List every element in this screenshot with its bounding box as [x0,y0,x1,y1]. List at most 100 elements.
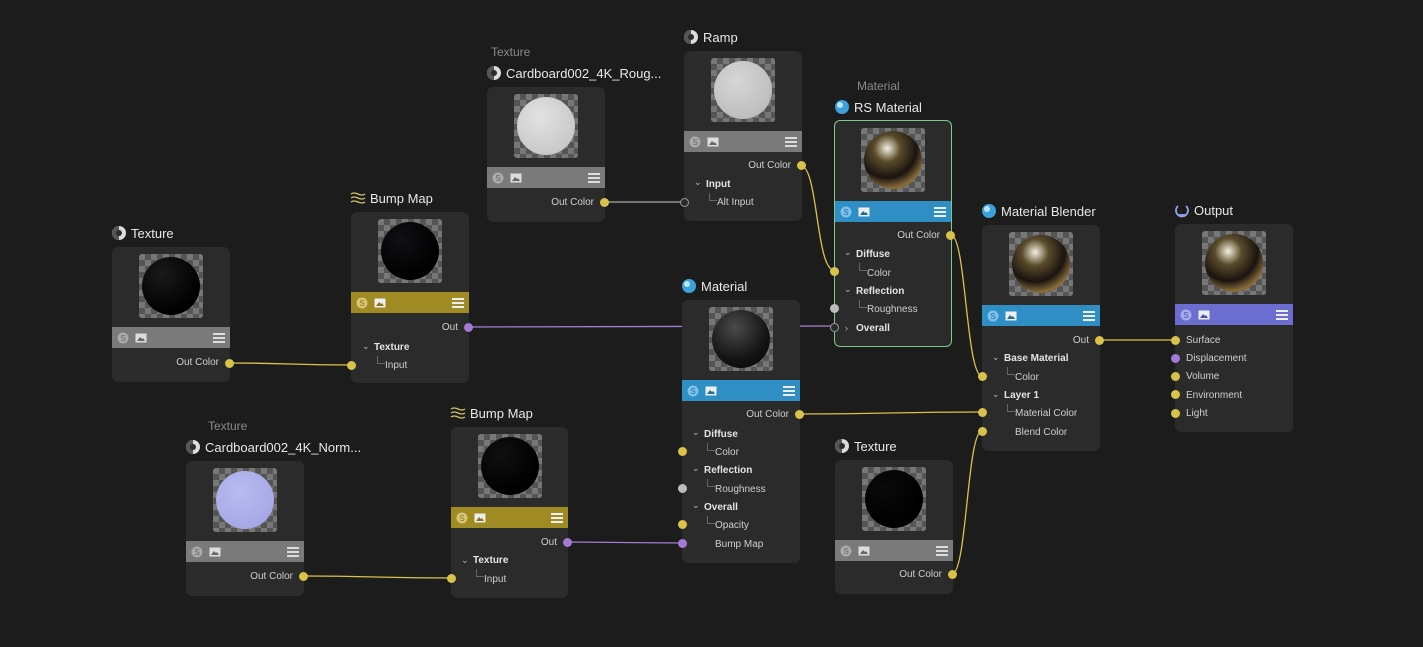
node-texture-normal[interactable]: Texture Cardboard002_4K_Norm... S Out Co… [186,419,361,596]
port-opacity-dot[interactable] [678,520,687,529]
shader-icon[interactable]: S [117,332,129,344]
node-bump-map-bottom[interactable]: Bump Map S Out ⌄ Texture Input [447,406,572,598]
image-icon[interactable] [209,546,221,558]
shader-icon[interactable]: S [1180,309,1192,321]
port-out-color-dot[interactable] [797,161,806,170]
port-light-dot[interactable] [1171,409,1180,418]
menu-icon[interactable] [934,206,946,218]
node-title: RS Material [854,99,922,115]
port-input-dot[interactable] [347,361,356,370]
preview-thumbnail [514,94,578,158]
shader-icon[interactable]: S [987,310,999,322]
collapse-chevron-icon[interactable]: ⌄ [362,341,370,352]
shader-icon[interactable]: S [687,385,699,397]
node-ramp[interactable]: Ramp S Out Color ⌄ Input Alt Input [680,30,806,221]
collapse-chevron-icon[interactable]: ⌄ [844,247,852,258]
node-texture-right[interactable]: Texture S Out Color [835,439,957,594]
node-type-label: Texture [491,45,531,59]
group-overall: Overall [704,502,738,513]
node-material-blender[interactable]: Material Blender S Out ⌄ Base Material C… [978,204,1104,451]
group-input: Input [706,179,731,190]
port-color-dot[interactable] [678,447,687,456]
menu-icon[interactable] [783,385,795,397]
node-bump-map-top[interactable]: Bump Map S Out ⌄ Texture Input [347,191,473,383]
collapse-chevron-icon[interactable]: ⌄ [692,427,700,438]
menu-icon[interactable] [551,512,563,524]
collapse-chevron-icon[interactable]: ⌄ [692,463,700,474]
collapse-chevron-icon[interactable]: ⌄ [692,500,700,511]
image-icon[interactable] [1198,309,1210,321]
image-icon[interactable] [510,172,522,184]
port-blend-color-dot[interactable] [978,427,987,436]
node-texture-roughness[interactable]: Texture Cardboard002_4K_Roug... S Out Co… [487,45,661,222]
tree-line [707,516,715,524]
image-icon[interactable] [705,385,717,397]
menu-icon[interactable] [287,546,299,558]
image-icon[interactable] [707,136,719,148]
preview-thumbnail [477,434,542,498]
port-environment-dot[interactable] [1171,390,1180,399]
shader-icon[interactable]: S [456,512,468,524]
port-out-dot[interactable] [563,538,572,547]
menu-icon[interactable] [785,136,797,148]
image-icon[interactable] [858,545,870,557]
collapse-chevron-icon[interactable]: ⌄ [461,555,469,566]
port-color: Color [1015,372,1039,383]
port-surface: Surface [1186,335,1221,346]
port-color-dot[interactable] [830,267,839,276]
port-out-dot[interactable] [1095,336,1104,345]
node-texture-left[interactable]: Texture S Out Color [112,226,234,382]
svg-text:S: S [1183,311,1188,320]
collapse-chevron-icon[interactable]: ⌄ [694,177,702,188]
node-title: Material [701,278,748,294]
port-bump-map-dot[interactable] [678,539,687,548]
port-volume-dot[interactable] [1171,372,1180,381]
port-out-color-dot[interactable] [948,570,957,579]
image-icon[interactable] [374,297,386,309]
expand-chevron-icon[interactable]: › [845,323,848,333]
collapse-chevron-icon[interactable]: ⌄ [992,389,1000,400]
menu-icon[interactable] [1083,310,1095,322]
port-roughness-dot[interactable] [830,304,839,313]
node-rs-material[interactable]: Material RS Material S Out Color ⌄ Diffu… [830,79,955,347]
port-out-color-dot[interactable] [600,198,609,207]
wire-ramp-to-rs-roughness [800,165,835,271]
collapse-chevron-icon[interactable]: ⌄ [844,284,852,295]
menu-icon[interactable] [213,332,225,344]
ramp-icon [684,30,698,44]
port-overall-dot[interactable] [830,323,839,332]
port-blend-color: Blend Color [1015,427,1068,438]
port-displacement-dot[interactable] [1171,354,1180,363]
shader-icon[interactable]: S [191,546,203,558]
port-out-dot[interactable] [464,323,473,332]
menu-icon[interactable] [452,297,464,309]
port-out-color-dot[interactable] [946,231,955,240]
menu-icon[interactable] [1276,309,1288,321]
node-output[interactable]: Output S Surface Displacement Volume Env… [1171,203,1293,432]
image-icon[interactable] [474,512,486,524]
port-out-color-dot[interactable] [795,410,804,419]
port-input-dot[interactable] [447,574,456,583]
port-material-color-dot[interactable] [978,408,987,417]
image-icon[interactable] [1005,310,1017,322]
port-roughness-dot[interactable] [678,484,687,493]
shader-icon[interactable]: S [492,172,504,184]
image-icon[interactable] [135,332,147,344]
port-out-color-dot[interactable] [299,572,308,581]
shader-icon[interactable]: S [840,206,852,218]
collapse-chevron-icon[interactable]: ⌄ [992,352,1000,363]
shader-icon[interactable]: S [689,136,701,148]
node-material[interactable]: Material S Out Color ⌄ Diffuse Color ⌄ R… [678,279,804,563]
shader-icon[interactable]: S [356,297,368,309]
node-title: Cardboard002_4K_Roug... [506,65,662,81]
shader-icon[interactable]: S [840,545,852,557]
menu-icon[interactable] [936,545,948,557]
menu-icon[interactable] [588,172,600,184]
port-alt-input-dot[interactable] [680,198,689,207]
port-out-color-dot[interactable] [225,359,234,368]
port-surface-dot[interactable] [1171,336,1180,345]
port-alt-input: Alt Input [717,197,754,208]
port-color-dot[interactable] [978,372,987,381]
image-icon[interactable] [858,206,870,218]
group-diffuse: Diffuse [704,429,738,440]
